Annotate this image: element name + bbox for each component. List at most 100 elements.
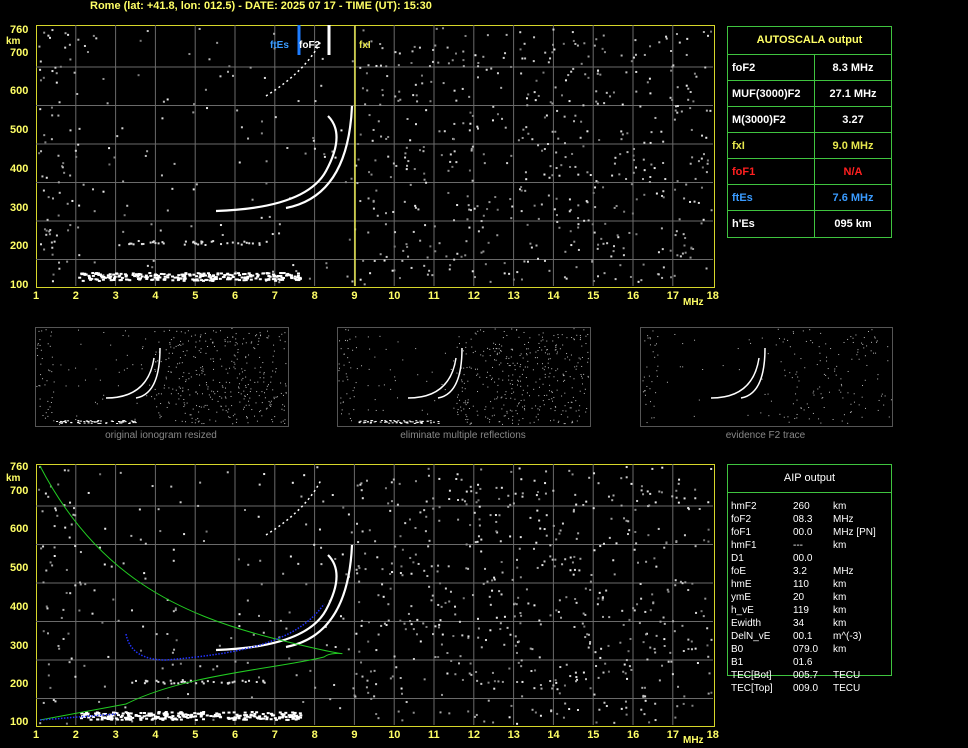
aip-name: TEC[Bot] <box>731 670 772 681</box>
thumbnail-original <box>35 327 289 427</box>
aip-name: foE <box>731 566 747 577</box>
autoscala-value: 27.1 MHz <box>814 81 891 107</box>
x-tick-12: 12 <box>467 290 481 302</box>
aip-name: Ewidth <box>731 618 762 629</box>
x-tick-1: 1 <box>33 729 40 741</box>
aip-unit: km <box>833 592 847 603</box>
autoscala-value: 8.3 MHz <box>814 55 891 81</box>
y-tick-760: 760 <box>10 24 29 36</box>
x-tick-5: 5 <box>192 290 199 302</box>
x-tick-8: 8 <box>311 290 318 302</box>
thumbnail-evidence <box>640 327 893 427</box>
x-tick-1: 1 <box>33 290 40 302</box>
y-tick-500-bottom: 500 <box>10 562 29 574</box>
x-tick-4: 4 <box>152 290 159 302</box>
aip-row-yme: ymE 20 km <box>731 591 891 604</box>
y-tick-200: 200 <box>10 240 29 252</box>
autoscala-row-fxi: fxI 9.0 MHz <box>728 132 891 159</box>
autoscala-panel: AUTOSCALA output foF2 8.3 MHz MUF(3000)F2 2… <box>727 26 892 238</box>
y-tick-400: 400 <box>10 163 29 175</box>
x-tick-17: 17 <box>666 290 680 302</box>
y-tick-500: 500 <box>10 124 29 136</box>
autoscala-value: N/A <box>814 159 891 185</box>
x-tick-18: 18 <box>706 290 719 302</box>
caption-evidence: evidence F2 trace <box>725 430 806 441</box>
aip-name: hmF1 <box>731 540 757 551</box>
x-tick-15: 15 <box>587 729 600 741</box>
x-tick-7: 7 <box>271 729 278 741</box>
x-tick-18: 18 <box>706 729 719 741</box>
aip-unit: MHz [PN] <box>833 527 876 538</box>
x-tick-10: 10 <box>388 729 401 741</box>
x-tick-6: 6 <box>232 290 239 302</box>
aip-name: B1 <box>731 657 744 668</box>
aip-unit: m^(-3) <box>833 631 862 642</box>
x-tick-12: 12 <box>467 729 481 741</box>
aip-unit: MHz <box>833 514 854 525</box>
aip-unit: MHz <box>833 566 854 577</box>
aip-value: --- <box>793 540 803 551</box>
autoscala-label: foF1 <box>732 166 756 178</box>
aip-title: AIP output <box>728 465 891 493</box>
autoscala-title: AUTOSCALA output <box>756 34 863 46</box>
x-tick-13: 13 <box>507 290 520 302</box>
autoscala-label: MUF(3000)F2 <box>732 88 801 100</box>
aip-value: 00.0 <box>793 553 813 564</box>
aip-row-fof2: foF2 08.3 MHz <box>731 513 891 526</box>
x-tick-16: 16 <box>627 729 640 741</box>
aip-value: 3.2 <box>793 566 807 577</box>
aip-row-ewidth: Ewidth 34 km <box>731 617 891 630</box>
aip-name: foF2 <box>731 514 752 525</box>
y-tick-100-bottom: 100 <box>10 716 29 728</box>
thumbnail-eliminate <box>337 327 591 427</box>
x-tick-11: 11 <box>428 729 440 741</box>
aip-value: 009.0 <box>793 683 819 694</box>
x-tick-13: 13 <box>507 729 520 741</box>
aip-value: 34 <box>793 618 805 629</box>
autoscala-label: M(3000)F2 <box>732 114 786 126</box>
aip-value: 08.3 <box>793 514 813 525</box>
aip-unit: km <box>833 540 847 551</box>
autoscala-label: fxI <box>732 140 745 152</box>
x-tick-2: 2 <box>72 290 79 302</box>
aip-row-foe: foE 3.2 MHz <box>731 565 891 578</box>
aip-row-h-ve: h_vE 119 km <box>731 604 891 617</box>
caption-eliminate: eliminate multiple reflections <box>400 430 526 441</box>
aip-row-hme: hmE 110 km <box>731 578 891 591</box>
aip-name: D1 <box>731 553 744 564</box>
autoscala-row-m-3000-f2: M(3000)F2 3.27 <box>728 106 891 133</box>
autoscala-value: 7.6 MHz <box>814 185 891 211</box>
autoscala-value: 3.27 <box>814 107 891 133</box>
y-tick-760-bottom: 760 <box>10 461 29 473</box>
autoscala-row-ftes: ftEs 7.6 MHz <box>728 184 891 211</box>
y-tick-400-bottom: 400 <box>10 601 29 613</box>
x-tick-5: 5 <box>192 729 199 741</box>
x-tick-2: 2 <box>72 729 79 741</box>
aip-unit: TECU <box>833 683 861 694</box>
autoscala-label: foF2 <box>732 62 756 74</box>
x-unit: MHz <box>683 297 704 308</box>
x-tick-7: 7 <box>271 290 278 302</box>
x-tick-10: 10 <box>388 290 401 302</box>
autoscala-row-muf-3000-f2: MUF(3000)F2 27.1 MHz <box>728 80 891 107</box>
aip-row-b0: B0 079.0 km <box>731 643 891 656</box>
aip-value: 20 <box>793 592 805 603</box>
aip-row-deln-ve: DelN_vE 00.1 m^(-3) <box>731 630 891 643</box>
aip-unit: km <box>833 644 847 655</box>
autoscala-label: h'Es <box>732 218 755 230</box>
aip-unit: km <box>833 618 847 629</box>
aip-name: foF1 <box>731 527 752 538</box>
y-tick-300-bottom: 300 <box>10 640 29 652</box>
x-tick-14: 14 <box>547 729 560 741</box>
y-tick-100: 100 <box>10 279 29 291</box>
y-tick-700: 700 <box>10 47 29 59</box>
y-unit-bottom: km <box>6 473 21 484</box>
aip-row-tec-bot-: TEC[Bot] 005.7 TECU <box>731 669 891 682</box>
y-tick-600-bottom: 600 <box>10 523 29 535</box>
y-tick-300: 300 <box>10 202 29 214</box>
aip-value: 005.7 <box>793 670 819 681</box>
y-tick-700-bottom: 700 <box>10 485 29 497</box>
aip-name: B0 <box>731 644 744 655</box>
aip-name: ymE <box>731 592 751 603</box>
x-tick-9: 9 <box>351 290 358 302</box>
